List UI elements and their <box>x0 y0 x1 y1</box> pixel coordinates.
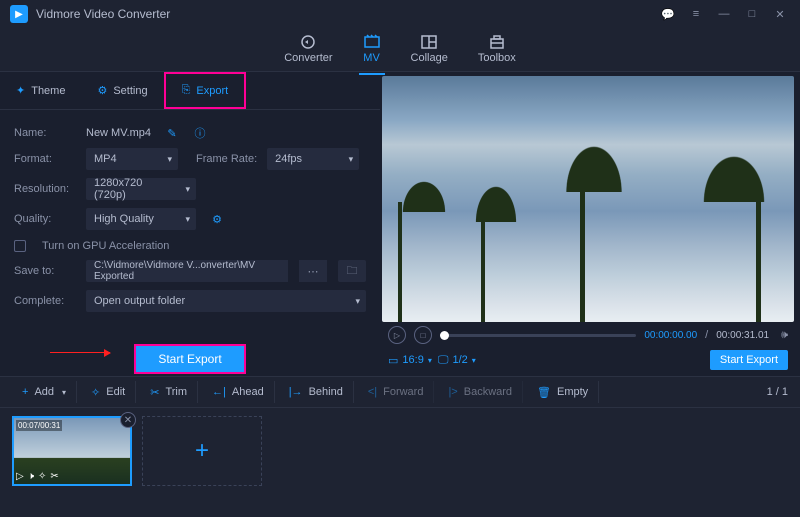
gear-icon: ⚙ <box>97 84 107 97</box>
edit-name-icon[interactable]: ✎ <box>165 126 179 140</box>
nav-converter[interactable]: Converter <box>284 34 332 66</box>
framerate-label: Frame Rate: <box>196 153 257 165</box>
chevron-down-icon: ▾ <box>428 356 432 365</box>
plus-icon: + <box>22 386 28 398</box>
add-clip-slot[interactable]: + <box>142 416 262 486</box>
backward-icon: |> <box>448 386 457 398</box>
quality-settings-icon[interactable]: ⚙ <box>210 212 224 226</box>
info-icon[interactable]: ⓘ <box>193 126 207 140</box>
saveto-label: Save to: <box>14 265 76 277</box>
ahead-icon: ←| <box>212 386 226 398</box>
name-label: Name: <box>14 127 76 139</box>
export-icon: ⎘ <box>182 84 191 97</box>
theme-icon: ✦ <box>16 84 25 97</box>
clip-thumbnail[interactable]: ✕ 00:07/00:31 ▷ 🕨 ✧ ✂ <box>12 416 132 486</box>
seek-handle[interactable] <box>440 331 449 340</box>
play-button[interactable]: ▷ <box>388 326 406 344</box>
volume-icon[interactable]: 🕪 <box>781 329 788 342</box>
scissors-icon: ✂ <box>150 386 159 399</box>
app-logo: ▶ <box>10 5 28 23</box>
mv-icon <box>363 34 381 50</box>
clip-timecode: 00:07/00:31 <box>16 420 62 431</box>
add-button[interactable]: +Add▾ <box>12 381 77 403</box>
resolution-label: Resolution: <box>14 183 76 195</box>
backward-button[interactable]: |>Backward <box>438 381 523 403</box>
stop-button[interactable]: □ <box>414 326 432 344</box>
chevron-down-icon: ▾ <box>472 356 476 365</box>
video-preview <box>382 76 794 322</box>
format-label: Format: <box>14 153 76 165</box>
close-icon[interactable]: ✕ <box>770 4 790 24</box>
format-select[interactable]: MP4 <box>86 148 178 170</box>
display-select[interactable]: 🖵1/2▾ <box>438 354 476 367</box>
collage-icon <box>420 34 438 50</box>
framerate-select[interactable]: 24fps <box>267 148 359 170</box>
tab-setting[interactable]: ⚙ Setting <box>81 72 163 109</box>
quality-label: Quality: <box>14 213 76 225</box>
open-folder-icon[interactable]: 🗀 <box>338 260 366 282</box>
page-count: 1 / 1 <box>767 386 788 398</box>
tab-setting-label: Setting <box>113 85 147 97</box>
converter-icon <box>299 34 317 50</box>
behind-button[interactable]: |→Behind <box>279 381 354 403</box>
nav-mv[interactable]: MV <box>363 34 381 66</box>
nav-converter-label: Converter <box>284 52 332 64</box>
nav-collage[interactable]: Collage <box>411 34 448 66</box>
aspect-icon: ▭ <box>388 354 398 367</box>
seek-bar[interactable] <box>440 334 636 337</box>
gpu-label: Turn on GPU Acceleration <box>42 240 169 252</box>
nav-mv-label: MV <box>363 52 380 64</box>
trim-button[interactable]: ✂Trim <box>140 381 198 403</box>
maximize-icon[interactable]: □ <box>742 4 762 24</box>
toolbox-icon <box>488 34 506 50</box>
complete-label: Complete: <box>14 295 76 307</box>
start-export-button-2[interactable]: Start Export <box>710 350 788 370</box>
edit-button[interactable]: ✧Edit <box>81 381 136 403</box>
nav-toolbox-label: Toolbox <box>478 52 516 64</box>
nav-toolbox[interactable]: Toolbox <box>478 34 516 66</box>
monitor-icon: 🖵 <box>438 354 449 367</box>
thumb-edit-icon[interactable]: ✧ <box>38 471 46 482</box>
nav-collage-label: Collage <box>411 52 448 64</box>
aspect-select[interactable]: ▭16:9▾ <box>388 354 432 367</box>
complete-select[interactable]: Open output folder <box>86 290 366 312</box>
thumb-play-icon[interactable]: ▷ <box>16 471 24 482</box>
gpu-checkbox[interactable] <box>14 240 26 252</box>
trash-icon: 🗑 <box>537 386 551 399</box>
chevron-down-icon: ▾ <box>62 388 66 397</box>
forward-icon: <| <box>368 386 377 398</box>
menu-icon[interactable]: ≡ <box>686 4 706 24</box>
tab-export[interactable]: ⎘ Export <box>164 72 247 109</box>
app-title: Vidmore Video Converter <box>36 7 170 21</box>
tab-export-label: Export <box>196 85 228 97</box>
minimize-icon[interactable]: — <box>714 4 734 24</box>
browse-path-button[interactable]: ⋯ <box>299 260 327 282</box>
ahead-button[interactable]: ←|Ahead <box>202 381 275 403</box>
tab-theme[interactable]: ✦ Theme <box>0 72 81 109</box>
time-total: 00:00:31.01 <box>716 330 769 341</box>
thumb-trim-icon[interactable]: ✂ <box>50 471 58 482</box>
empty-button[interactable]: 🗑Empty <box>527 381 599 403</box>
thumb-mute-icon[interactable]: 🕨 <box>28 471 34 482</box>
name-value: New MV.mp4 <box>86 127 151 139</box>
annotation-arrow <box>50 352 110 353</box>
saveto-path: C:\Vidmore\Vidmore V...onverter\MV Expor… <box>86 260 288 282</box>
remove-clip-icon[interactable]: ✕ <box>120 412 136 428</box>
time-current: 00:00:00.00 <box>644 330 697 341</box>
tab-theme-label: Theme <box>31 85 65 97</box>
quality-select[interactable]: High Quality <box>86 208 196 230</box>
behind-icon: |→ <box>289 386 303 398</box>
wand-icon: ✧ <box>91 386 100 399</box>
forward-button[interactable]: <|Forward <box>358 381 435 403</box>
feedback-icon[interactable]: 💬 <box>658 4 678 24</box>
resolution-select[interactable]: 1280x720 (720p) <box>86 178 196 200</box>
start-export-button[interactable]: Start Export <box>134 344 245 374</box>
